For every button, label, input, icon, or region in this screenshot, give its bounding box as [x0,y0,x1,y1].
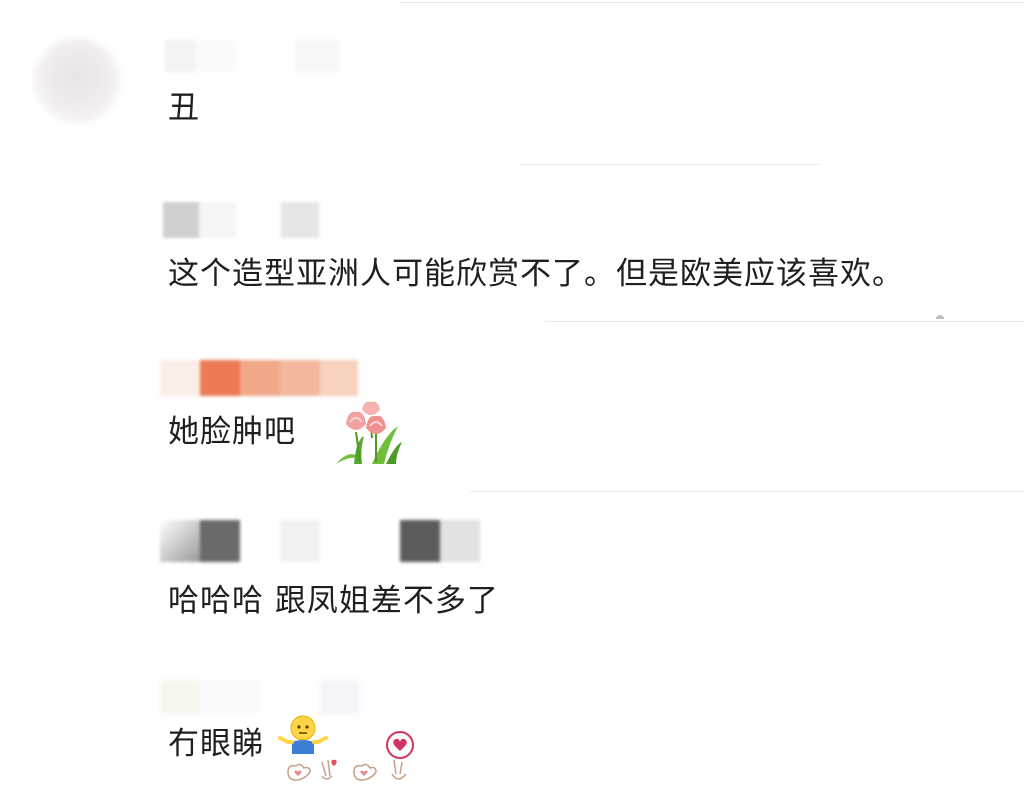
comment-text: 她脸肿吧 [168,414,296,450]
hand-gestures-icon [287,759,407,781]
username-blurred[interactable] [160,360,358,396]
comment-text: 哈哈哈 跟凤姐差不多了 [168,583,499,619]
separator [520,164,820,165]
username-blurred[interactable] [160,520,480,562]
comment-text: 冇眼睇 [168,726,264,762]
avatar[interactable] [34,38,120,124]
tulip-flowers-icon [336,401,402,464]
username-blurred[interactable] [160,680,360,714]
shrug-emoji-icon [278,715,328,754]
separator [400,2,1024,3]
separator [545,321,1024,322]
comment-thread: 丑 这个造型亚洲人可能欣赏不了。但是欧美应该喜欢。 她脸肿吧 哈哈哈 跟凤姐差不… [0,0,1024,797]
comment-text: 丑 [168,90,200,126]
username-blurred[interactable] [163,202,319,238]
separator-dot [936,315,944,319]
username-blurred[interactable] [165,40,340,72]
separator [470,491,1024,492]
comment-text: 这个造型亚洲人可能欣赏不了。但是欧美应该喜欢。 [168,256,904,292]
heart-icon [386,731,414,759]
